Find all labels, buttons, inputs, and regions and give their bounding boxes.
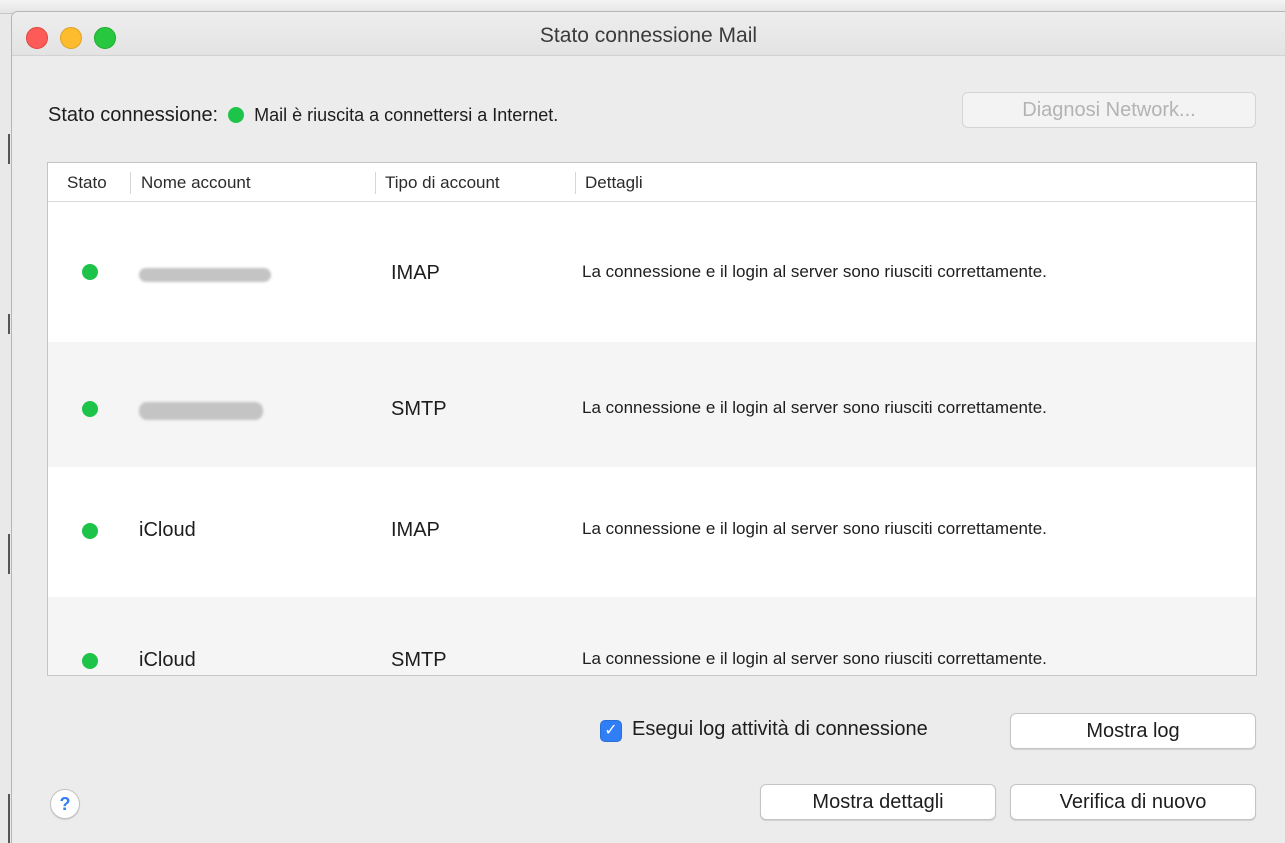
show-details-button[interactable]: Mostra dettagli — [760, 784, 996, 820]
table-row[interactable]: SMTP La connessione e il login al server… — [48, 342, 1256, 467]
account-details: La connessione e il login al server sono… — [582, 262, 1047, 281]
mail-connection-status-window: Stato connessione Mail Stato connessione… — [12, 12, 1285, 843]
account-name: iCloud — [139, 649, 196, 671]
connection-status-line: Stato connessione: Mail è riuscita a con… — [48, 102, 558, 128]
account-type: IMAP — [391, 262, 440, 284]
connection-log-checkbox-label[interactable]: Esegui log attività di connessione — [632, 718, 928, 741]
show-log-button[interactable]: Mostra log — [1010, 713, 1256, 749]
green-status-dot-icon — [82, 401, 98, 417]
background-app-edge — [0, 14, 12, 843]
accounts-table: Stato Nome account Tipo di account Detta… — [47, 162, 1257, 676]
help-icon[interactable]: ? — [50, 789, 80, 819]
account-details: La connessione e il login al server sono… — [582, 519, 1047, 538]
column-header-account-type[interactable]: Tipo di account — [385, 173, 500, 193]
green-status-dot-icon — [228, 107, 245, 123]
account-type: IMAP — [391, 519, 440, 541]
account-name: iCloud — [139, 519, 196, 541]
green-status-dot-icon — [82, 523, 98, 539]
connection-status-label: Stato connessione: — [48, 103, 219, 126]
account-type: SMTP — [391, 398, 447, 420]
table-row[interactable]: IMAP La connessione e il login al server… — [48, 202, 1256, 342]
table-row[interactable]: iCloud SMTP La connessione e il login al… — [48, 597, 1256, 675]
table-row[interactable]: iCloud IMAP La connessione e il login al… — [48, 467, 1256, 597]
check-again-button[interactable]: Verifica di nuovo — [1010, 784, 1256, 820]
window-title: Stato connessione Mail — [539, 24, 758, 47]
table-header: Stato Nome account Tipo di account Detta… — [48, 163, 1256, 202]
network-diagnosis-button[interactable]: Diagnosi Network... — [962, 92, 1256, 128]
column-header-account-name[interactable]: Nome account — [141, 173, 251, 193]
checkmark-icon[interactable]: ✓ — [600, 720, 622, 742]
redacted-account-name — [139, 402, 263, 420]
green-status-dot-icon — [82, 653, 98, 669]
connection-status-message: Mail è riuscita a connettersi a Internet… — [254, 104, 559, 125]
column-header-details[interactable]: Dettagli — [585, 173, 643, 193]
column-header-status[interactable]: Stato — [67, 173, 107, 193]
title-bar[interactable]: Stato connessione Mail — [12, 12, 1285, 56]
account-details: La connessione e il login al server sono… — [582, 398, 1047, 417]
account-details: La connessione e il login al server sono… — [582, 649, 1047, 668]
redacted-account-name — [139, 268, 271, 282]
account-type: SMTP — [391, 649, 447, 671]
green-status-dot-icon — [82, 264, 98, 280]
